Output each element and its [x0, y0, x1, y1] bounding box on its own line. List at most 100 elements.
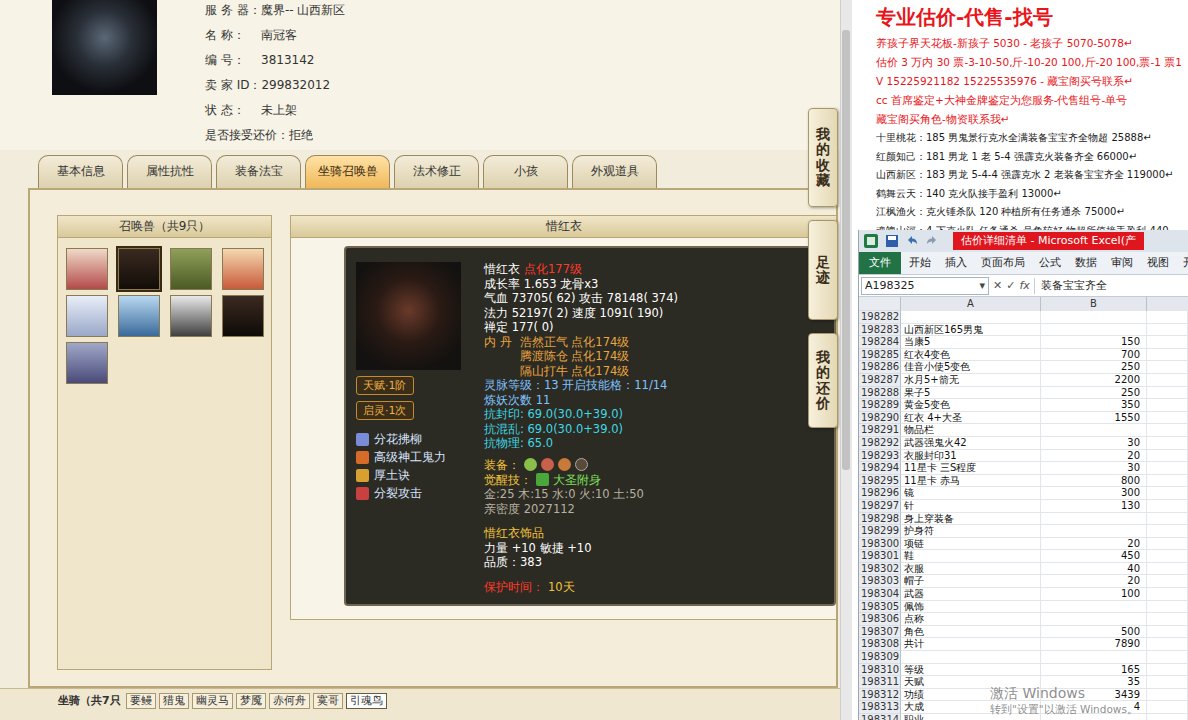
cell-b[interactable]: 30	[1041, 437, 1147, 450]
ribbon-tab[interactable]: 审阅	[1105, 252, 1139, 274]
row-number[interactable]: 198303	[859, 575, 901, 588]
cell-c[interactable]	[1147, 638, 1188, 651]
ribbon-tab[interactable]: 视图	[1141, 252, 1175, 274]
row-number[interactable]: 198288	[859, 387, 901, 400]
cell-b[interactable]: 130	[1041, 500, 1147, 513]
cell-b[interactable]: 20	[1041, 538, 1147, 551]
cell-a[interactable]	[901, 311, 1041, 324]
row-number[interactable]: 198305	[859, 601, 901, 614]
cell-c[interactable]	[1147, 550, 1188, 563]
row-number[interactable]: 198291	[859, 424, 901, 437]
tab[interactable]: 坐骑召唤兽	[305, 155, 390, 188]
cell-b[interactable]	[1041, 651, 1147, 664]
cell-b[interactable]	[1041, 424, 1147, 437]
cell-c[interactable]	[1147, 601, 1188, 614]
cell-c[interactable]	[1147, 450, 1188, 463]
column-header[interactable]: A	[901, 297, 1041, 311]
cell-c[interactable]	[1147, 525, 1188, 538]
tab[interactable]: 属性抗性	[127, 155, 212, 188]
redo-icon[interactable]	[925, 234, 939, 248]
scrollbar-thumb[interactable]	[842, 30, 850, 470]
insert-function-button[interactable]: fx	[1019, 278, 1029, 294]
cell-c[interactable]	[1147, 575, 1188, 588]
cell-b[interactable]	[1041, 601, 1147, 614]
mount-tab[interactable]: 寞哥	[313, 693, 343, 709]
cell-a[interactable]: 共计	[901, 638, 1041, 651]
cancel-button[interactable]: ✕	[993, 278, 1002, 294]
cell-c[interactable]	[1147, 361, 1188, 374]
side-button[interactable]: 我的收藏	[808, 108, 838, 207]
cell-a[interactable]: 果子5	[901, 387, 1041, 400]
cell-a[interactable]: 佳音小使5变色	[901, 361, 1041, 374]
cell-c[interactable]	[1147, 387, 1188, 400]
row-number[interactable]: 198282	[859, 311, 901, 324]
cell-a[interactable]: 水月5+箭无	[901, 374, 1041, 387]
cell-c[interactable]	[1147, 500, 1188, 513]
mount-tab[interactable]: 引魂鸟	[346, 693, 387, 709]
cell-b[interactable]: 30	[1041, 462, 1147, 475]
cell-b[interactable]: 500	[1041, 626, 1147, 639]
mount-tab[interactable]: 幽灵马	[192, 693, 233, 709]
row-number[interactable]: 198304	[859, 588, 901, 601]
cell-b[interactable]: 20	[1041, 575, 1147, 588]
row-number[interactable]: 198295	[859, 475, 901, 488]
cell-b[interactable]: 800	[1041, 475, 1147, 488]
side-button[interactable]: 足迹	[808, 220, 838, 320]
formula-input[interactable]: 装备宝宝齐全	[1034, 278, 1186, 294]
ribbon-tab[interactable]: 开始	[903, 252, 937, 274]
side-button[interactable]: 我的还价	[808, 333, 838, 428]
cell-c[interactable]	[1147, 349, 1188, 362]
cell-c[interactable]	[1147, 336, 1188, 349]
cell-b[interactable]: 450	[1041, 550, 1147, 563]
cell-c[interactable]	[1147, 651, 1188, 664]
pet-avatar[interactable]	[170, 248, 212, 290]
cell-a[interactable]: 红衣 4+大圣	[901, 412, 1041, 425]
pet-avatar[interactable]	[66, 248, 108, 290]
cell-a[interactable]: 衣服	[901, 563, 1041, 576]
cell-a[interactable]: 武器强鬼火42	[901, 437, 1041, 450]
row-number[interactable]: 198297	[859, 500, 901, 513]
pet-avatar[interactable]	[222, 248, 264, 290]
row-number[interactable]: 198285	[859, 349, 901, 362]
mount-tab[interactable]: 梦魇	[236, 693, 266, 709]
name-box-dropdown[interactable]: ▾	[979, 278, 985, 294]
pet-avatar[interactable]	[66, 342, 108, 384]
cell-c[interactable]	[1147, 714, 1188, 720]
ribbon-tab[interactable]: 开发工具	[1177, 252, 1188, 274]
row-number[interactable]: 198311	[859, 676, 901, 689]
tab[interactable]: 装备法宝	[216, 155, 301, 188]
cell-b[interactable]	[1041, 513, 1147, 526]
row-number[interactable]: 198302	[859, 563, 901, 576]
equipment-icon[interactable]	[524, 458, 537, 471]
cell-a[interactable]: 帽子	[901, 575, 1041, 588]
row-number[interactable]: 198308	[859, 638, 901, 651]
cell-b[interactable]: 7890	[1041, 638, 1147, 651]
mount-tab[interactable]: 赤何舟	[269, 693, 310, 709]
cell-c[interactable]	[1147, 626, 1188, 639]
cell-b[interactable]: 250	[1041, 361, 1147, 374]
row-number[interactable]: 198284	[859, 336, 901, 349]
cell-c[interactable]	[1147, 399, 1188, 412]
cell-c[interactable]	[1147, 475, 1188, 488]
ribbon-tab[interactable]: 数据	[1069, 252, 1103, 274]
tab[interactable]: 法术修正	[394, 155, 479, 188]
cell-b[interactable]: 300	[1041, 487, 1147, 500]
column-header[interactable]: B	[1041, 297, 1147, 311]
tab[interactable]: 外观道具	[572, 155, 657, 188]
cell-b[interactable]	[1041, 311, 1147, 324]
row-number[interactable]: 198298	[859, 513, 901, 526]
cell-b[interactable]: 250	[1041, 387, 1147, 400]
page-scrollbar[interactable]	[840, 0, 852, 720]
cell-b[interactable]: 700	[1041, 349, 1147, 362]
cell-a[interactable]: 鞋	[901, 550, 1041, 563]
mount-tab[interactable]: 猎鬼	[159, 693, 189, 709]
cell-a[interactable]: 山西新区165男鬼	[901, 324, 1041, 337]
cell-b[interactable]: 20	[1041, 450, 1147, 463]
cell-c[interactable]	[1147, 311, 1188, 324]
cell-b[interactable]: 165	[1041, 664, 1147, 677]
cell-a[interactable]: 11星卡 三S程度	[901, 462, 1041, 475]
cell-a[interactable]: 当康5	[901, 336, 1041, 349]
cell-b[interactable]	[1041, 613, 1147, 626]
cell-a[interactable]: 针	[901, 500, 1041, 513]
row-number[interactable]: 198292	[859, 437, 901, 450]
